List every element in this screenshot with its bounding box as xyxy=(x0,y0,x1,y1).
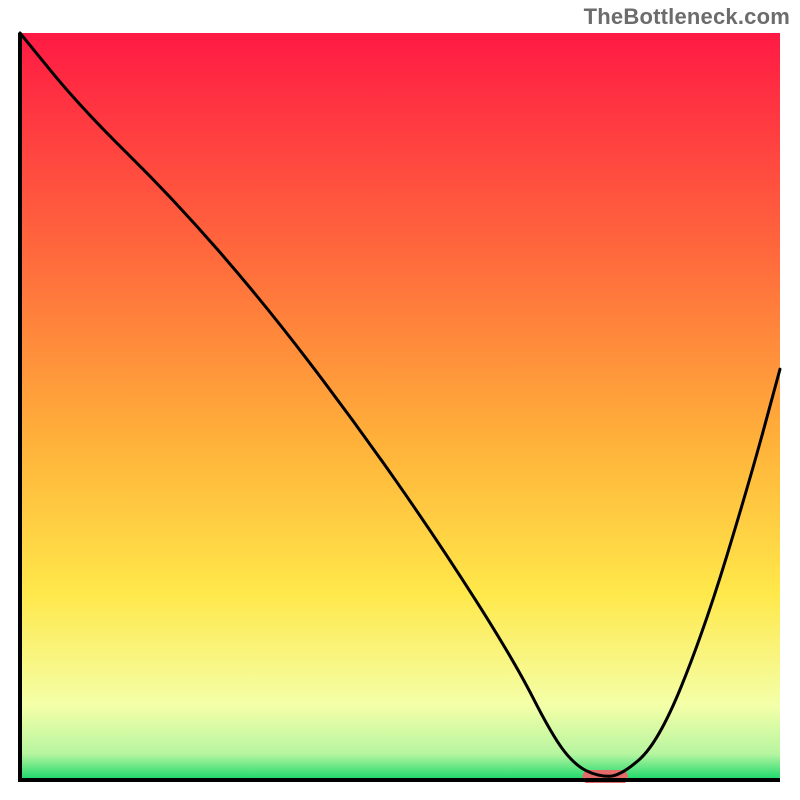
chart-container: TheBottleneck.com xyxy=(0,0,800,800)
gradient-background xyxy=(20,33,780,780)
plot-svg xyxy=(17,30,783,783)
bottleneck-plot xyxy=(17,30,783,783)
watermark-label: TheBottleneck.com xyxy=(584,4,790,30)
